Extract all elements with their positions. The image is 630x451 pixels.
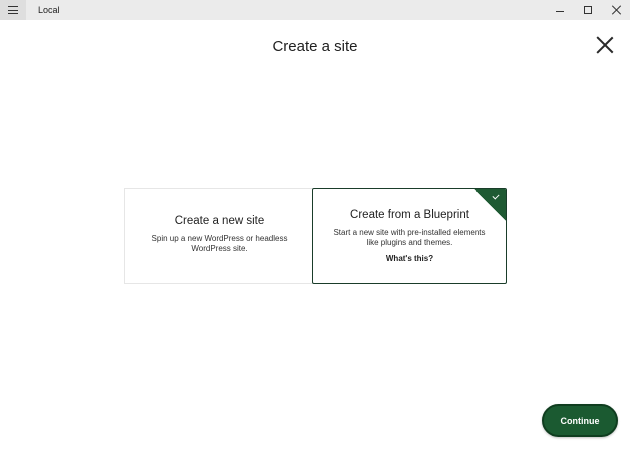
- close-icon[interactable]: [596, 36, 614, 54]
- whats-this-link[interactable]: What's this?: [386, 254, 433, 263]
- create-new-site-card[interactable]: Create a new site Spin up a new WordPres…: [124, 188, 314, 284]
- selected-indicator: [474, 189, 506, 221]
- minimize-icon: [556, 10, 564, 12]
- create-from-blueprint-description: Start a new site with pre-installed elem…: [333, 228, 486, 247]
- continue-button[interactable]: Continue: [542, 404, 618, 437]
- minimize-button[interactable]: [546, 0, 574, 20]
- create-new-site-description: Spin up a new WordPress or headless Word…: [151, 234, 288, 253]
- menu-button[interactable]: [0, 0, 26, 20]
- checkmark-icon: [492, 192, 500, 200]
- menu-icon: [8, 6, 18, 14]
- window-close-icon: [611, 5, 621, 15]
- create-new-site-title: Create a new site: [174, 215, 265, 227]
- window-close-button[interactable]: [602, 0, 630, 20]
- maximize-icon: [584, 6, 592, 14]
- app-title: Local: [38, 5, 60, 15]
- create-from-blueprint-card[interactable]: Create from a Blueprint Start a new site…: [312, 188, 507, 284]
- window-controls: [546, 0, 630, 20]
- title-bar: Local: [0, 0, 630, 20]
- maximize-button[interactable]: [574, 0, 602, 20]
- page-title: Create a site: [272, 38, 358, 55]
